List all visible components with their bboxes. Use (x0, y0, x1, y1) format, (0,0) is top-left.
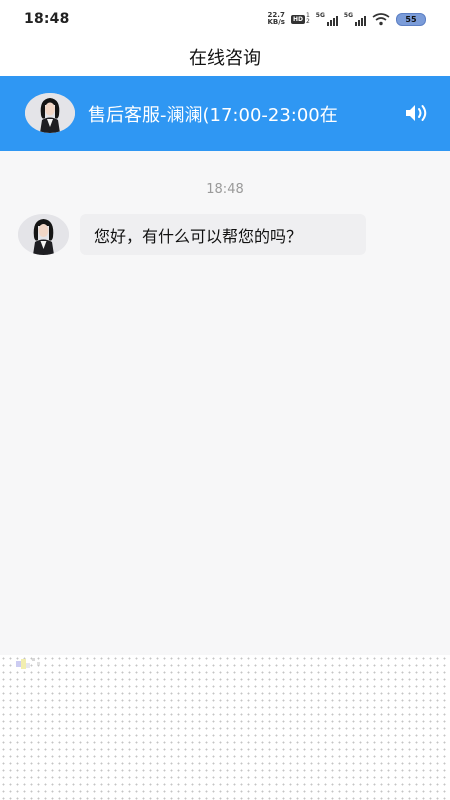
agent-banner: 售后客服-澜澜(17:00-23:00在 (0, 76, 450, 151)
battery-icon: 55 (396, 12, 426, 26)
message-avatar-image (18, 214, 69, 255)
agent-name: 售后客服-澜澜(17:00-23:00在 (88, 105, 338, 126)
speaker-button[interactable] (402, 100, 432, 126)
battery-level: 55 (405, 14, 417, 24)
chat-area: 18:48 您好，有什么可以帮您的吗？ (0, 151, 450, 651)
agent-avatar-image (25, 93, 75, 133)
speaker-icon (406, 105, 427, 121)
signal-2-icon: 5G (344, 12, 366, 26)
dotted-background (0, 655, 450, 800)
hd-sim-index: 1 2 (306, 13, 310, 25)
signal-1-icon: 5G (316, 12, 338, 26)
wifi-icon (372, 13, 390, 26)
message-text: 您好，有什么可以帮您的吗？ (94, 226, 303, 246)
network-speed: 22.7 KB/s (267, 12, 284, 26)
title-bar: 在线咨询 (0, 38, 450, 76)
status-icons: 22.7 KB/s HD 1 2 5G 5G 55 (267, 10, 426, 28)
hd-sim-bottom: 2 (305, 18, 310, 25)
render-artifact (16, 658, 40, 669)
message-avatar[interactable] (18, 214, 69, 255)
back-button[interactable] (0, 38, 60, 76)
page-title: 在线咨询 (189, 48, 261, 69)
agent-avatar[interactable] (25, 93, 75, 133)
signal-2-label: 5G (343, 12, 353, 19)
message-bubble: 您好，有什么可以帮您的吗？ (80, 214, 366, 255)
status-time: 18:48 (24, 11, 70, 27)
network-speed-unit: KB/s (267, 18, 285, 26)
status-bar: 18:48 22.7 KB/s HD 1 2 5G 5G 55 (0, 0, 450, 38)
hd-icon: HD 1 2 (290, 13, 310, 25)
hd-label: HD (290, 14, 305, 24)
signal-1-label: 5G (315, 12, 325, 19)
chat-timestamp: 18:48 (206, 182, 244, 197)
